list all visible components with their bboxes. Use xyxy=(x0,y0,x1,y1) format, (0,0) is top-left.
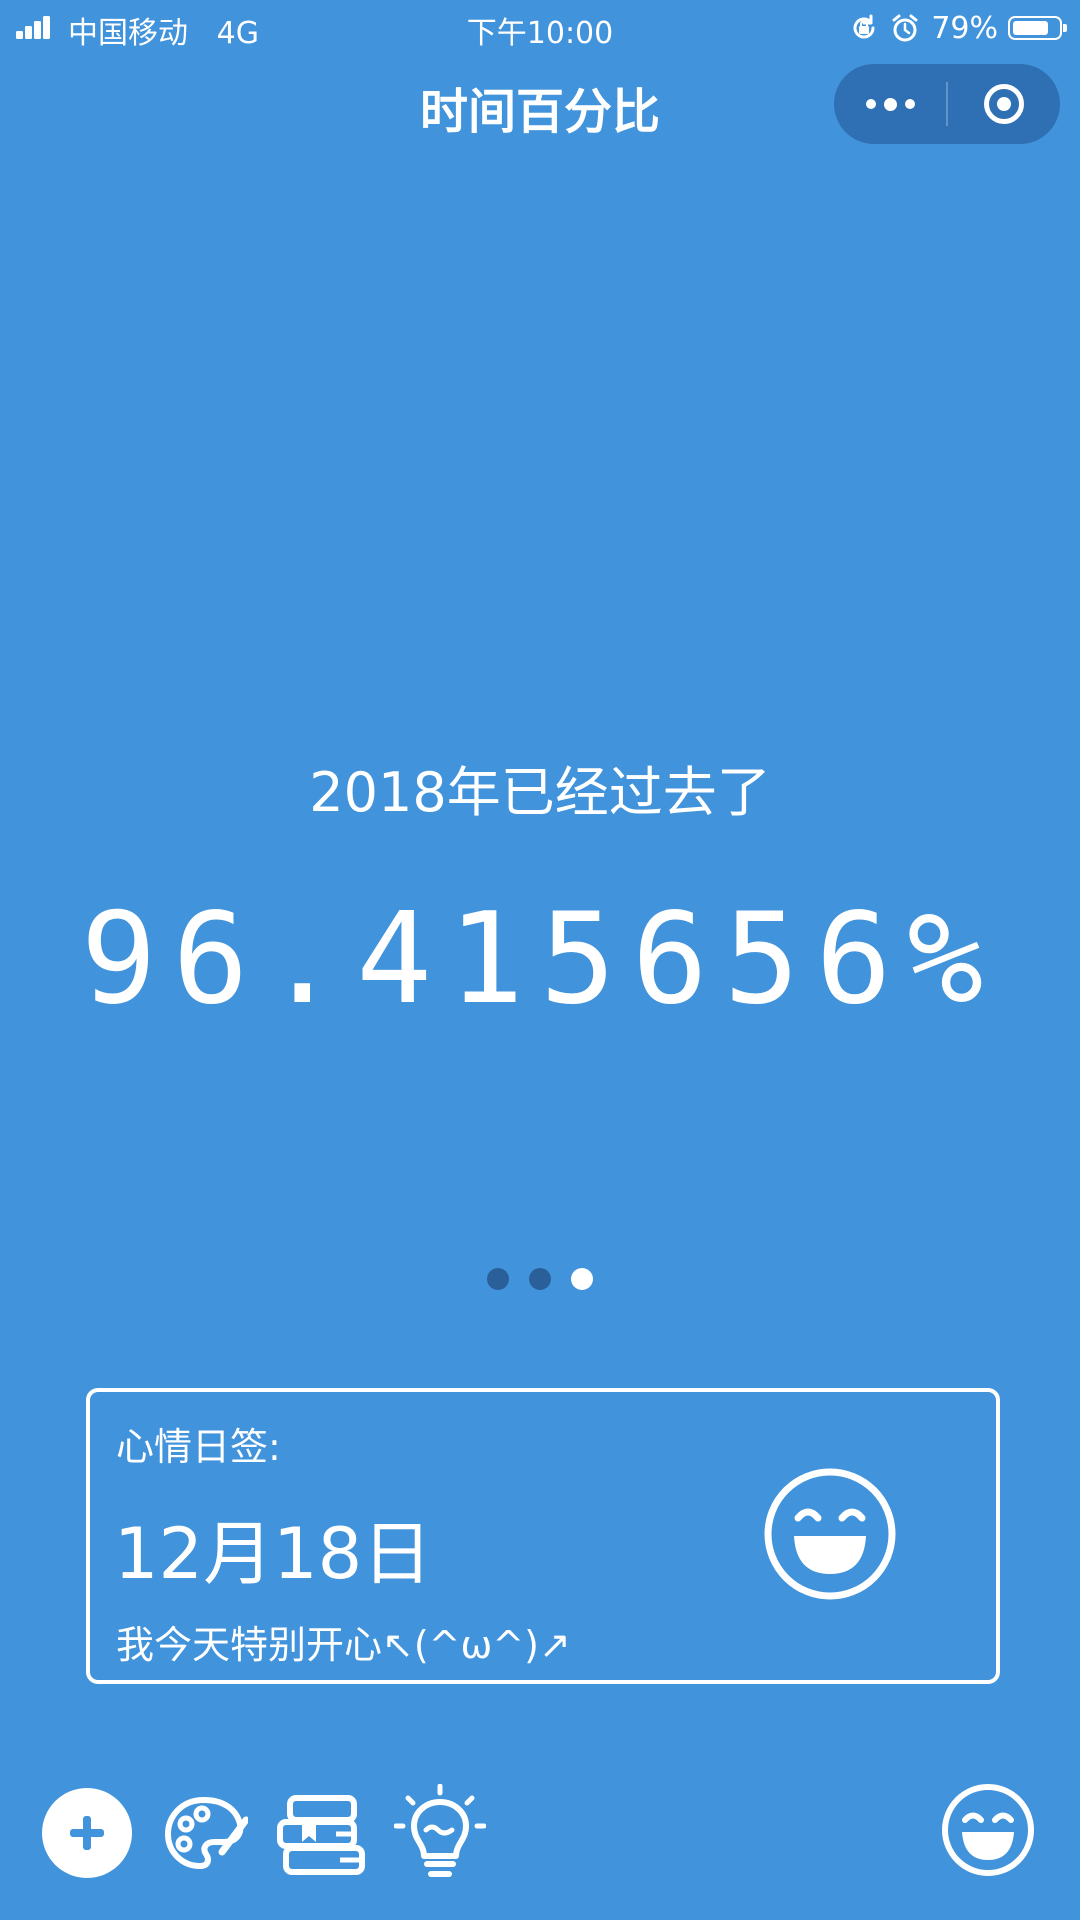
palette-icon[interactable] xyxy=(160,1790,248,1878)
mood-card-date: 12月18日 xyxy=(114,1513,433,1595)
lightbulb-icon[interactable] xyxy=(394,1784,486,1884)
battery-tip xyxy=(1063,24,1067,32)
pager-dot[interactable] xyxy=(487,1268,509,1290)
mood-card-label: 心情日签: xyxy=(116,1425,281,1469)
mini-program-capsule xyxy=(834,64,1060,144)
mood-card[interactable]: 心情日签: 12月18日 我今天特别开心↖(^ω^)↗ xyxy=(86,1388,1000,1684)
status-bar: 中国移动 4G 下午10:00 79% xyxy=(0,0,1080,54)
add-button[interactable] xyxy=(42,1788,132,1878)
status-right: 79% xyxy=(849,8,1067,48)
smile-face-icon xyxy=(764,1468,896,1600)
smile-face-icon[interactable] xyxy=(940,1782,1036,1878)
pager-dot[interactable] xyxy=(529,1268,551,1290)
pager-dot[interactable] xyxy=(571,1268,593,1290)
battery-percent: 79% xyxy=(931,10,998,46)
more-icon xyxy=(862,97,919,111)
close-target-icon xyxy=(984,84,1024,124)
year-progress-percent: 96.415656% xyxy=(80,885,1000,1032)
mood-card-text: 我今天特别开心↖(^ω^)↗ xyxy=(116,1623,571,1667)
rotation-lock-icon xyxy=(853,14,875,39)
year-progress-label: 2018年已经过去了 xyxy=(309,761,771,824)
books-icon[interactable] xyxy=(276,1792,368,1878)
more-button[interactable] xyxy=(834,64,946,144)
pager-indicator[interactable] xyxy=(0,1268,1080,1290)
battery-fill xyxy=(1013,21,1048,35)
battery-icon xyxy=(1008,16,1067,40)
alarm-icon xyxy=(892,14,918,42)
close-button[interactable] xyxy=(948,64,1060,144)
